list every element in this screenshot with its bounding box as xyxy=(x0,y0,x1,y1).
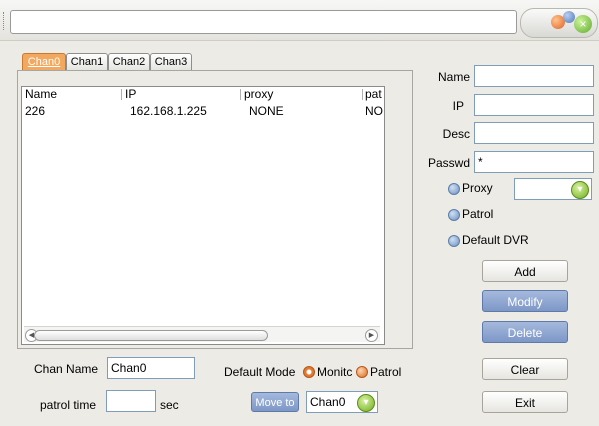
delete-button[interactable]: Delete xyxy=(482,321,568,343)
modify-button[interactable]: Modify xyxy=(482,290,568,312)
chevron-down-icon[interactable]: ▾ xyxy=(571,181,589,199)
sec-label: sec xyxy=(160,398,179,412)
scroll-right-icon[interactable]: ▶ xyxy=(365,329,378,342)
device-list[interactable]: Name IP proxy patr 226 162.168.1.225 NON… xyxy=(21,86,385,345)
chan-name-field[interactable]: Chan0 xyxy=(107,357,195,379)
proxy-select[interactable]: ▾ xyxy=(514,178,592,200)
column-divider xyxy=(240,89,241,100)
tab-chan2[interactable]: Chan2 xyxy=(108,53,150,71)
passwd-field[interactable]: * xyxy=(474,151,594,173)
window-title xyxy=(10,10,517,34)
tab-chan1[interactable]: Chan1 xyxy=(66,53,108,71)
patrol-label: Patrol xyxy=(462,207,494,221)
monitor-label: Monitc xyxy=(317,365,353,379)
scroll-thumb[interactable] xyxy=(34,330,268,341)
horizontal-scrollbar[interactable]: ◀ ▶ xyxy=(24,326,380,342)
column-header-patrol[interactable]: patr xyxy=(365,87,382,101)
column-divider xyxy=(362,89,363,100)
list-row-proxy[interactable]: NONE xyxy=(249,104,284,118)
exit-button[interactable]: Exit xyxy=(482,391,568,413)
title-grip xyxy=(3,12,8,30)
list-row-ip[interactable]: 162.168.1.225 xyxy=(130,104,207,118)
move-to-button[interactable]: Move to xyxy=(251,392,299,412)
clear-button[interactable]: Clear xyxy=(482,358,568,380)
title-bar: × xyxy=(0,0,599,41)
patrol-time-label: patrol time xyxy=(40,398,97,412)
column-header-name[interactable]: Name xyxy=(25,87,57,101)
monitor-radio[interactable] xyxy=(303,366,315,378)
name-label: Name xyxy=(437,70,470,84)
name-field[interactable] xyxy=(474,65,594,87)
patrol-time-field[interactable] xyxy=(106,390,156,412)
list-row-patrol[interactable]: NO xyxy=(365,104,383,118)
move-to-select[interactable]: Chan0 ▾ xyxy=(306,391,378,413)
chan-name-label: Chan Name xyxy=(34,362,99,376)
ip-field[interactable] xyxy=(474,94,594,116)
column-header-ip[interactable]: IP xyxy=(125,87,136,101)
patrol-radio[interactable] xyxy=(448,209,460,221)
default-dvr-radio[interactable] xyxy=(448,235,460,247)
patrol-mode-radio[interactable] xyxy=(356,366,368,378)
default-dvr-label: Default DVR xyxy=(462,233,529,247)
ip-label: IP xyxy=(452,99,464,113)
tab-chan3[interactable]: Chan3 xyxy=(150,53,192,71)
desc-field[interactable] xyxy=(474,122,594,144)
column-divider xyxy=(121,89,122,100)
passwd-label: Passwd xyxy=(427,156,470,170)
tab-chan0[interactable]: Chan0 xyxy=(22,53,66,71)
proxy-radio[interactable] xyxy=(448,183,460,195)
list-row-name[interactable]: 226 xyxy=(25,104,45,118)
proxy-label: Proxy xyxy=(462,181,493,195)
move-to-select-value: Chan0 xyxy=(310,395,346,409)
close-icon[interactable]: × xyxy=(574,15,592,33)
add-button[interactable]: Add xyxy=(482,260,568,282)
window-controls: × xyxy=(520,8,598,38)
column-header-proxy[interactable]: proxy xyxy=(244,87,273,101)
patrol-mode-label: Patrol xyxy=(370,365,402,379)
desc-label: Desc xyxy=(442,127,470,141)
default-mode-label: Default Mode xyxy=(224,365,296,379)
chevron-down-icon[interactable]: ▾ xyxy=(357,394,375,412)
